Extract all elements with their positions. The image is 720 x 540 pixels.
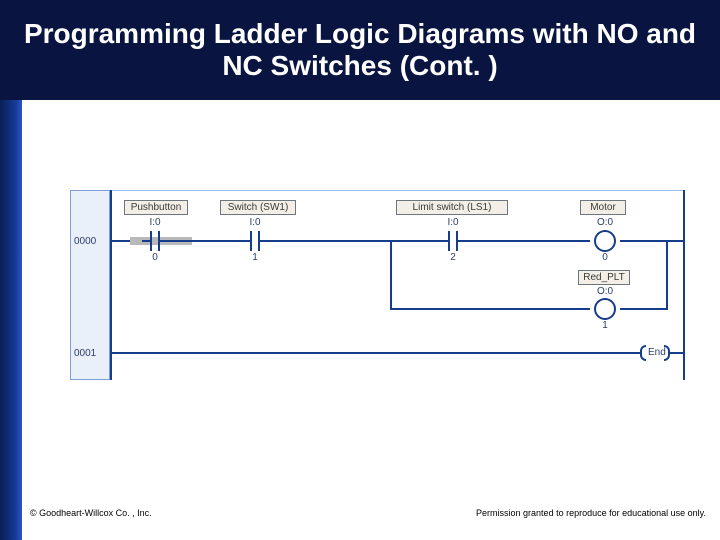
bit-sw1: 1 xyxy=(242,252,268,263)
branch-left-vertical xyxy=(390,240,392,310)
bit-motor: 0 xyxy=(590,252,620,263)
wire-end-rung xyxy=(112,352,640,354)
rung-number-1: 0001 xyxy=(74,348,96,359)
footer-copyright: © Goodheart-Willcox Co. , Inc. xyxy=(30,508,152,518)
bit-ls1: 2 xyxy=(440,252,466,263)
diagram-top-rule xyxy=(110,190,685,191)
branch-right-vertical xyxy=(666,240,668,310)
tag-pushbutton: Pushbutton xyxy=(124,200,188,215)
contact-sw1 xyxy=(242,231,268,251)
coil-motor xyxy=(590,230,620,252)
wire xyxy=(620,240,683,242)
addr-sw1: I:0 xyxy=(242,217,268,228)
rung-number-0: 0000 xyxy=(74,236,96,247)
footer-permission: Permission granted to reproduce for educ… xyxy=(476,508,706,518)
wire xyxy=(168,240,242,242)
tag-motor: Motor xyxy=(580,200,626,215)
addr-pushbutton: I:0 xyxy=(142,217,168,228)
tag-ls1: Limit switch (LS1) xyxy=(396,200,508,215)
wire xyxy=(670,352,683,354)
wire xyxy=(466,240,590,242)
bit-pushbutton: 0 xyxy=(142,252,168,263)
page-title: Programming Ladder Logic Diagrams with N… xyxy=(20,18,700,82)
addr-motor: O:0 xyxy=(590,217,620,228)
contact-pushbutton xyxy=(142,231,168,251)
tag-sw1: Switch (SW1) xyxy=(220,200,296,215)
coil-red-plt xyxy=(590,298,620,320)
tag-red-plt: Red_PLT xyxy=(578,270,630,285)
branch-wire xyxy=(390,308,590,310)
contact-ls1 xyxy=(440,231,466,251)
right-rail xyxy=(683,190,685,380)
ladder-diagram: 0000 0001 Push xyxy=(70,190,685,380)
branch-wire xyxy=(620,308,668,310)
bit-red-plt: 1 xyxy=(590,320,620,331)
addr-ls1: I:0 xyxy=(440,217,466,228)
wire xyxy=(268,240,440,242)
end-label: End xyxy=(648,347,666,358)
addr-red-plt: O:0 xyxy=(590,286,620,297)
title-banner: Programming Ladder Logic Diagrams with N… xyxy=(0,0,720,100)
slide: Programming Ladder Logic Diagrams with N… xyxy=(0,0,720,540)
